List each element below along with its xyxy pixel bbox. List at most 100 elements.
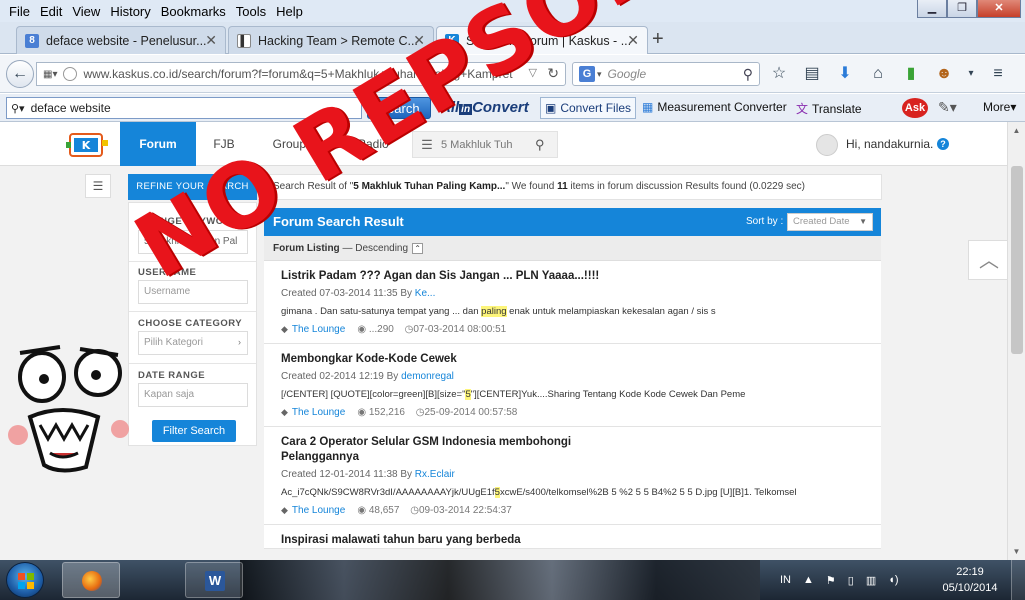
thread-title[interactable]: Listrik Padam ??? Agan dan Sis Jangan ..… [281, 269, 864, 284]
menu-bookmarks[interactable]: Bookmarks [156, 4, 231, 19]
reload-icon[interactable]: ↻ [547, 65, 559, 82]
addon-dropdown-icon[interactable]: ▾ [966, 64, 976, 84]
bookmark-star-icon[interactable]: ☆ [768, 64, 790, 84]
collapse-icon[interactable]: ⌃ [412, 242, 424, 254]
search-icon[interactable]: ⚲ [535, 137, 557, 153]
google-engine-icon[interactable]: G [579, 66, 595, 82]
username-field[interactable]: Username [138, 280, 248, 304]
new-tab-icon[interactable]: + [652, 28, 664, 51]
change-keyword-label: CHANGE KEYWORD [138, 216, 239, 227]
thread-title[interactable]: Cara 2 Operator Selular GSM Indonesia me… [281, 435, 581, 465]
eye-icon: ◉ [357, 407, 369, 418]
search-icon[interactable]: ⚲▾ [11, 102, 25, 115]
convert-files-button[interactable]: ▣ Convert Files [540, 97, 637, 119]
back-to-top-button[interactable]: ︿ [968, 240, 1007, 280]
page-scrollbar[interactable]: ▲ ▼ [1007, 122, 1025, 560]
forum-link[interactable]: The Lounge [292, 324, 345, 335]
kaskus-search-input[interactable]: 5 Makhluk Tuh [441, 139, 535, 151]
volume-icon[interactable]: ◖) [888, 574, 898, 586]
kaskus-nav-fjb[interactable]: FJB [200, 122, 248, 166]
minimize-button[interactable]: ▁ [917, 0, 947, 18]
thread-title[interactable]: Inspirasi malawati tahun baru yang berbe… [281, 533, 864, 548]
web-search-box[interactable]: G ▾ Google ⚲ [572, 62, 760, 86]
username-label: USERNAME [138, 267, 197, 278]
forum-link[interactable]: The Lounge [292, 505, 345, 516]
thread-title[interactable]: Membongkar Kode-Kode Cewek [281, 352, 864, 367]
measurement-converter-button[interactable]: ▦ Measurement Converter [642, 100, 787, 114]
search-icon[interactable]: ⚲ [743, 66, 753, 83]
tab-close-icon[interactable]: ✕ [205, 32, 217, 49]
ask-icon[interactable]: Ask [902, 98, 928, 118]
help-icon[interactable]: ? [937, 138, 949, 150]
url-dropdown-icon[interactable]: ▽ [529, 66, 537, 79]
toolbar-search-input[interactable]: ⚲▾ deface website [6, 97, 362, 119]
close-window-button[interactable]: ✕ [977, 0, 1021, 18]
kaskus-logo-icon[interactable]: K [64, 130, 110, 160]
signal-bars-icon[interactable]: ▮ [900, 64, 922, 84]
forum-listing-bar: Forum Listing — Descending ⌃ [264, 236, 881, 261]
thread-author[interactable]: Ke... [415, 288, 436, 299]
home-icon[interactable]: ⌂ [867, 64, 889, 84]
keyword-field[interactable]: 5 Makhluk Tuhan Pal [138, 230, 248, 254]
refine-search-tab[interactable]: REFINE YOUR SEARCH [128, 174, 257, 200]
tab-hacking-team[interactable]: ▌ Hacking Team > Remote C... ✕ [228, 26, 434, 54]
start-button[interactable] [6, 562, 44, 598]
menu-tools[interactable]: Tools [231, 4, 271, 19]
avatar[interactable] [816, 134, 838, 156]
toolbar-search-button[interactable]: Search [367, 97, 431, 119]
show-desktop-button[interactable] [1011, 560, 1025, 600]
thread-author[interactable]: Rx.Eclair [415, 469, 455, 480]
tab-close-icon[interactable]: ✕ [627, 32, 639, 49]
more-button[interactable]: More▾ [983, 100, 1016, 114]
back-button[interactable]: ← [6, 60, 34, 88]
scroll-thumb[interactable] [1011, 166, 1023, 354]
list-item[interactable]: Inspirasi malawati tahun baru yang berbe… [264, 525, 881, 549]
kaskus-search-box[interactable]: ☰ 5 Makhluk Tuh ⚲ [412, 131, 558, 158]
maximize-button[interactable]: ❐ [947, 0, 977, 18]
address-bar[interactable]: ▦▾ www.kaskus.co.id/search/forum?f=forum… [36, 62, 566, 86]
tray-expand-icon[interactable]: ▲ [803, 574, 814, 586]
tab-google-search[interactable]: 8 deface website - Penelusur... ✕ [16, 26, 226, 54]
reading-list-icon[interactable]: ▤ [801, 64, 823, 84]
kaskus-nav-forum[interactable]: Forum [120, 122, 196, 166]
forum-link[interactable]: The Lounge [292, 407, 345, 418]
tools-wrench-icon[interactable]: ✎▾ [938, 99, 957, 116]
network-icon[interactable]: ▥ [866, 574, 876, 587]
scroll-down-icon[interactable]: ▼ [1008, 543, 1025, 560]
menu-view[interactable]: View [67, 4, 105, 19]
hamburger-menu-icon[interactable]: ≡ [987, 64, 1009, 84]
monkey-addon-icon[interactable]: ☻ [933, 64, 955, 84]
google-favicon-icon: 8 [25, 33, 39, 48]
taskbar-word[interactable]: W [185, 562, 243, 598]
tab-close-icon[interactable]: ✕ [413, 32, 425, 49]
list-icon[interactable]: ☰ [413, 137, 441, 153]
menu-file[interactable]: File [4, 4, 35, 19]
kaskus-nav-groupee[interactable]: Groupee [262, 122, 330, 166]
translate-button[interactable]: 文 Translate [796, 100, 862, 117]
taskbar-firefox[interactable] [62, 562, 120, 598]
date-range-field[interactable]: Kapan saja [138, 383, 248, 407]
user-greeting[interactable]: Hi, nandakurnia. [846, 137, 933, 151]
menu-help[interactable]: Help [271, 4, 308, 19]
taskbar-clock[interactable]: 22:19 05/10/2014 [938, 564, 1002, 596]
list-item[interactable]: Membongkar Kode-Kode Cewek Created 02-20… [264, 344, 881, 427]
sort-select[interactable]: Created Date ▼ [787, 213, 873, 231]
sidebar-toggle-icon[interactable]: ☰ [85, 174, 111, 198]
menu-history[interactable]: History [105, 4, 155, 19]
menu-edit[interactable]: Edit [35, 4, 67, 19]
list-item[interactable]: Cara 2 Operator Selular GSM Indonesia me… [264, 427, 881, 525]
download-arrow-icon[interactable]: ⬇ [834, 64, 856, 84]
history-dropdown-icon[interactable]: ▦▾ [43, 69, 57, 80]
kaskus-nav-radio[interactable]: Radio [346, 122, 400, 166]
engine-dropdown-icon[interactable]: ▾ [597, 69, 602, 80]
thread-author[interactable]: demonregal [401, 371, 454, 382]
category-select[interactable]: Pilih Kategori › [138, 331, 248, 355]
allinconvert-logo[interactable]: All in Convert [440, 99, 529, 116]
device-icon[interactable]: ▯ [848, 574, 854, 587]
flag-icon[interactable]: ⚑ [826, 574, 836, 587]
filter-search-button[interactable]: Filter Search [152, 420, 236, 442]
tab-kaskus-search[interactable]: K Search in Forum | Kaskus - ... ✕ [436, 26, 648, 54]
language-indicator[interactable]: IN [780, 574, 791, 586]
scroll-up-icon[interactable]: ▲ [1008, 122, 1025, 139]
list-item[interactable]: Listrik Padam ??? Agan dan Sis Jangan ..… [264, 261, 881, 344]
